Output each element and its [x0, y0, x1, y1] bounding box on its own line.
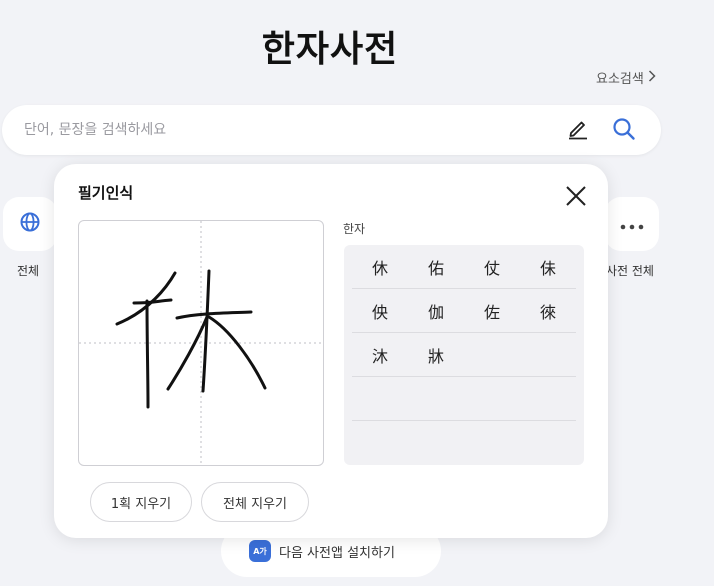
result-hanja[interactable]: 伽	[408, 299, 464, 323]
close-icon[interactable]	[564, 184, 588, 208]
category-all-button[interactable]	[3, 197, 57, 251]
category-dict-all-button[interactable]	[605, 197, 659, 251]
element-search-link[interactable]: 요소검색	[596, 68, 656, 87]
category-all-label: 전체	[17, 264, 40, 278]
results-label: 한자	[343, 222, 366, 236]
result-row: 沐 牀	[352, 333, 576, 377]
result-row: 休 佑 仗 佅	[352, 245, 576, 289]
drawn-strokes	[115, 269, 267, 409]
search-icon[interactable]	[612, 117, 636, 141]
result-hanja[interactable]: 仗	[464, 255, 520, 279]
erase-all-button[interactable]: 전체 지우기	[201, 482, 309, 522]
result-hanja[interactable]: 佒	[352, 299, 408, 323]
result-row-empty	[352, 377, 576, 421]
result-hanja[interactable]: 佅	[520, 255, 576, 279]
erase-stroke-button[interactable]: 1획 지우기	[90, 482, 192, 522]
dict-app-icon: A가	[249, 540, 271, 562]
page-title: 한자사전	[261, 29, 399, 70]
result-hanja[interactable]: 沐	[352, 343, 408, 367]
result-hanja[interactable]: 徠	[520, 299, 576, 323]
chevron-right-icon	[648, 69, 656, 86]
result-row: 佒 伽 佐 徠	[352, 289, 576, 333]
element-search-label: 요소검색	[596, 72, 644, 87]
result-hanja[interactable]: 佑	[408, 255, 464, 279]
globe-icon	[19, 211, 41, 237]
handwriting-canvas[interactable]	[78, 220, 324, 466]
handwriting-title: 필기인식	[78, 184, 134, 202]
result-hanja[interactable]: 佐	[464, 299, 520, 323]
result-row-empty	[352, 421, 576, 465]
handwriting-pen-icon[interactable]	[566, 116, 590, 140]
handwriting-panel: 필기인식 한자 休 佑 仗 佅 佒 伽 佐 徠 沐 牀 1획 지우기 전체 지우…	[54, 164, 608, 538]
category-dict-all-label: 사전 전체	[606, 264, 654, 278]
result-hanja[interactable]: 牀	[408, 343, 464, 367]
results-grid: 休 佑 仗 佅 佒 伽 佐 徠 沐 牀	[344, 245, 584, 465]
search-bar	[2, 105, 661, 155]
install-app-label: 다음 사전앱 설치하기	[279, 545, 395, 561]
search-input[interactable]	[24, 118, 544, 142]
install-app-content[interactable]: A가 다음 사전앱 설치하기	[249, 540, 395, 562]
more-dots-icon	[620, 215, 644, 234]
result-hanja[interactable]: 休	[352, 255, 408, 279]
